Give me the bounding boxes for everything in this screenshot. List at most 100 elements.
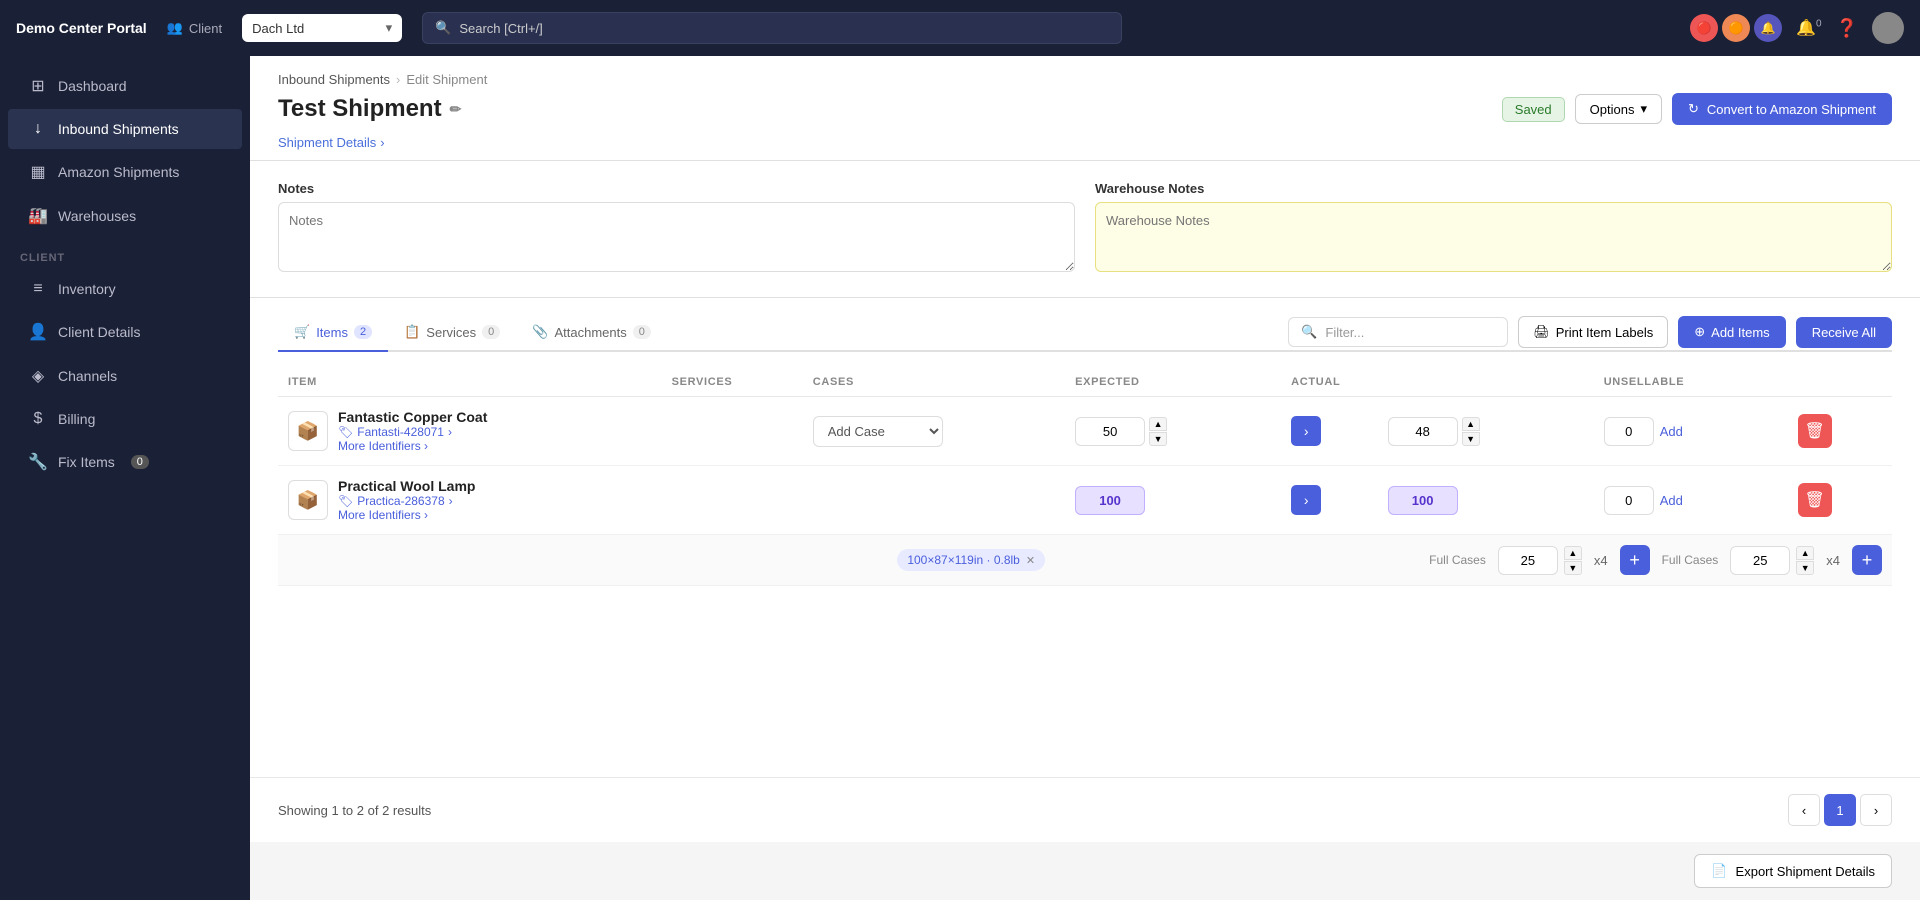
actual-cell [1378,466,1594,535]
cases-cell[interactable]: Add Case [803,397,1065,466]
case-tag[interactable]: 100×87×119in · 0.8lb ✕ [897,549,1045,571]
cases-up-2[interactable]: ▲ [1796,546,1814,560]
search-bar[interactable]: 🔍 Search [Ctrl+/] [422,12,1122,44]
actual-up[interactable]: ▲ [1462,417,1480,431]
notes-input[interactable] [278,202,1075,272]
expected-stepper[interactable]: ▲ ▼ [1149,417,1167,446]
cases-down-2[interactable]: ▼ [1796,561,1814,575]
expected-input[interactable] [1075,486,1145,515]
options-button[interactable]: Options ▾ [1575,94,1662,124]
actual-input[interactable] [1388,486,1458,515]
search-icon: 🔍 [435,20,451,36]
full-cases-cell: Full Cases ▲ ▼ x4 + [1065,535,1892,586]
unsellable-cell: Add [1594,397,1788,466]
chevron-right-icon: › [448,425,452,439]
fix-items-icon: 🔧 [28,452,48,472]
tab-services[interactable]: 📋 Services 0 [388,314,516,352]
client-selector[interactable]: Dach Ltd ▾ [242,14,402,42]
case-select[interactable]: Add Case [813,416,943,447]
full-cases-input-2[interactable] [1730,546,1790,575]
bell-icon[interactable]: 🔔0 [1796,18,1821,38]
actual-stepper[interactable]: ▲ ▼ [1462,417,1480,446]
item-more-identifiers[interactable]: More Identifiers › [338,439,487,453]
sidebar-item-inventory[interactable]: ≡ Inventory [8,269,242,309]
shipment-details-link[interactable]: Shipment Details › [278,135,1892,160]
prev-page-button[interactable]: ‹ [1788,794,1820,826]
expected-up[interactable]: ▲ [1149,417,1167,431]
sidebar-item-channels[interactable]: ◈ Channels [8,355,242,397]
col-actual: ACTUAL [1281,368,1594,397]
sidebar: ⊞ Dashboard ↓ Inbound Shipments ▦ Amazon… [0,56,250,900]
sidebar-item-dashboard[interactable]: ⊞ Dashboard [8,65,242,107]
cases-down-1[interactable]: ▼ [1564,561,1582,575]
pagination-buttons: ‹ 1 › [1788,794,1892,826]
case-tag-remove[interactable]: ✕ [1026,554,1035,567]
print-icon: 🖨 [1533,324,1550,340]
convert-to-amazon-button[interactable]: ↻ Convert to Amazon Shipment [1672,93,1892,125]
page-1-button[interactable]: 1 [1824,794,1856,826]
copy-expected-button[interactable]: › [1291,416,1321,446]
items-table: ITEM SERVICES CASES EXPECTED ACTUAL UNSE… [278,368,1892,586]
full-cases-input-1[interactable] [1498,546,1558,575]
copy-expected-button[interactable]: › [1291,485,1321,515]
sidebar-item-fix-items[interactable]: 🔧 Fix Items 0 [8,441,242,483]
col-services: SERVICES [662,368,803,397]
user-avatar[interactable] [1872,12,1904,44]
breadcrumb-separator: › [396,72,400,87]
unsellable-input[interactable] [1604,486,1654,515]
sidebar-item-client-details[interactable]: 👤 Client Details [8,311,242,353]
actual-down[interactable]: ▼ [1462,432,1480,446]
filter-input[interactable]: 🔍 Filter... [1288,317,1508,347]
case-details-row: 100×87×119in · 0.8lb ✕ Full Cases [278,535,1892,586]
delete-row-button[interactable]: 🗑 [1798,414,1832,448]
arrow-cell: › [1281,397,1377,466]
warehouse-notes-input[interactable] [1095,202,1892,272]
sidebar-item-inbound-shipments[interactable]: ↓ Inbound Shipments [8,109,242,149]
page-title-row: Test Shipment ✏ Saved Options ▾ ↻ Conver… [278,93,1892,135]
sidebar-item-label: Client Details [58,324,140,340]
breadcrumb-edit-shipment: Edit Shipment [406,72,487,87]
notif-red-icon[interactable]: 🔴 [1690,14,1718,42]
add-full-cases-button-2[interactable]: + [1852,545,1882,575]
attachments-badge: 0 [633,325,651,339]
add-items-button[interactable]: ⊕ Add Items [1678,316,1785,348]
add-full-cases-button-1[interactable]: + [1620,545,1650,575]
page-title-actions: Saved Options ▾ ↻ Convert to Amazon Ship… [1502,93,1892,125]
item-more-identifiers[interactable]: More Identifiers › [338,508,475,522]
sidebar-item-warehouses[interactable]: 🏭 Warehouses [8,195,242,237]
tab-items[interactable]: 🛒 Items 2 [278,314,388,352]
warehouse-notes-section: Warehouse Notes [1095,181,1892,277]
tab-attachments[interactable]: 📎 Attachments 0 [516,314,667,352]
notification-cluster: 🔴 🟠 🔔 [1690,14,1782,42]
breadcrumb-inbound-shipments[interactable]: Inbound Shipments [278,72,390,87]
delete-row-button[interactable]: 🗑 [1798,483,1832,517]
actual-input[interactable] [1388,417,1458,446]
edit-icon[interactable]: ✏ [450,101,462,118]
item-name: Fantastic Copper Coat [338,409,487,425]
cases-up-1[interactable]: ▲ [1564,546,1582,560]
items-badge: 2 [354,325,372,339]
notif-orange-icon[interactable]: 🟠 [1722,14,1750,42]
help-icon[interactable]: ❓ [1836,18,1858,39]
chevron-down-icon: ▾ [1640,101,1647,117]
full-cases-stepper-1[interactable]: ▲ ▼ [1564,546,1582,575]
print-item-labels-button[interactable]: 🖨 Print Item Labels [1518,316,1668,348]
sidebar-item-billing[interactable]: $ Billing [8,399,242,439]
convert-icon: ↻ [1688,101,1699,117]
add-unsellable-link[interactable]: Add [1660,424,1683,439]
add-unsellable-link[interactable]: Add [1660,493,1683,508]
expected-input[interactable] [1075,417,1145,446]
delete-cell: 🗑 [1788,397,1892,466]
full-cases-stepper-2[interactable]: ▲ ▼ [1796,546,1814,575]
next-page-button[interactable]: › [1860,794,1892,826]
export-shipment-button[interactable]: 📄 Export Shipment Details [1694,854,1892,888]
receive-all-button[interactable]: Receive All [1796,317,1892,348]
expected-down[interactable]: ▼ [1149,432,1167,446]
cart-icon: 🛒 [294,324,310,340]
notes-label: Notes [278,181,1075,196]
breadcrumb: Inbound Shipments › Edit Shipment [278,72,1892,87]
unsellable-input[interactable] [1604,417,1654,446]
notif-blue-icon[interactable]: 🔔 [1754,14,1782,42]
sidebar-item-amazon-shipments[interactable]: ▦ Amazon Shipments [8,151,242,193]
main-content: Inbound Shipments › Edit Shipment Test S… [250,56,1920,900]
